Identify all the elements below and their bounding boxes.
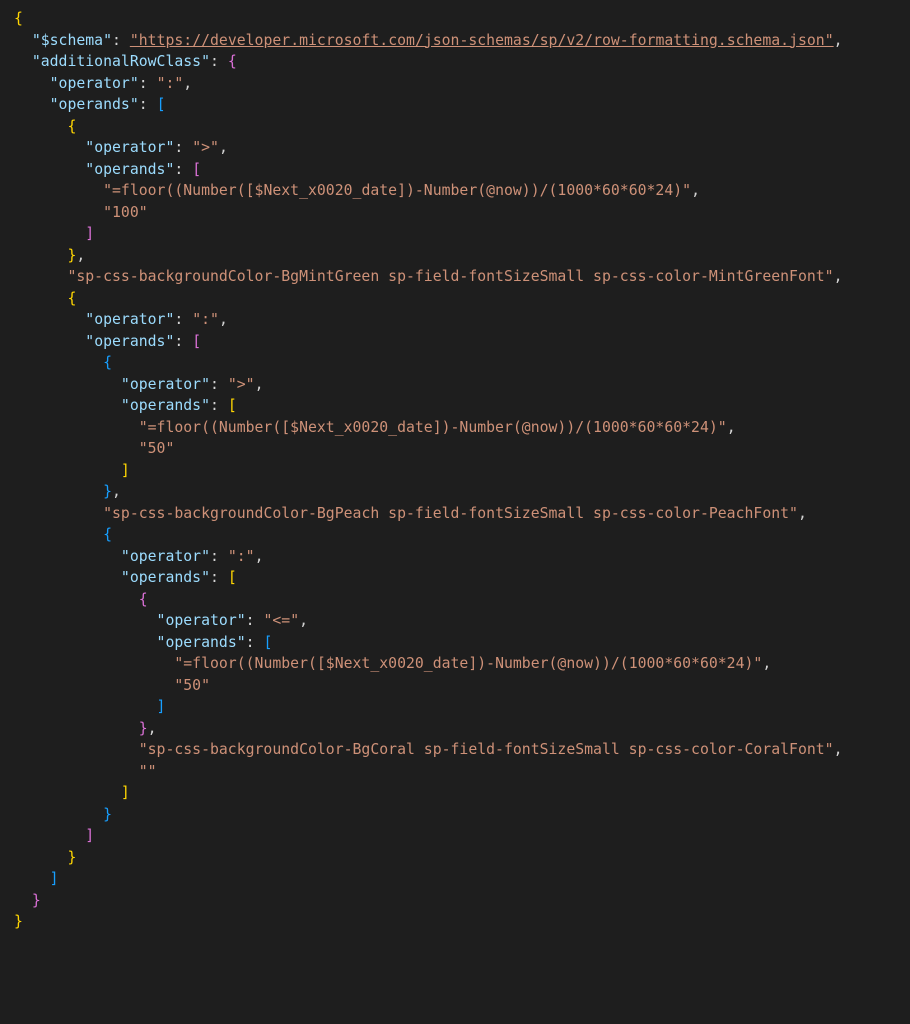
json-key: "operator" xyxy=(85,311,174,328)
json-string: "sp-css-backgroundColor-BgMintGreen sp-f… xyxy=(67,268,833,285)
json-string: ":" xyxy=(192,311,219,328)
json-key: "operator" xyxy=(121,376,210,393)
json-key: "operator" xyxy=(85,139,174,156)
json-string: ">" xyxy=(192,139,219,156)
json-key: "operands" xyxy=(85,333,174,350)
json-key: "operator" xyxy=(50,75,139,92)
json-key: "operands" xyxy=(157,634,246,651)
code-block: { "$schema": "https://developer.microsof… xyxy=(0,0,910,941)
json-string: "=floor((Number([$Next_x0020_date])-Numb… xyxy=(174,655,762,672)
json-string: "=floor((Number([$Next_x0020_date])-Numb… xyxy=(139,419,727,436)
json-string: ":" xyxy=(157,75,184,92)
json-key: "operator" xyxy=(121,548,210,565)
json-key: "additionalRowClass" xyxy=(32,53,210,70)
json-key: "operands" xyxy=(121,569,210,586)
json-key: "$schema" xyxy=(32,32,112,49)
json-string: "sp-css-backgroundColor-BgCoral sp-field… xyxy=(139,741,834,758)
json-key: "operands" xyxy=(121,397,210,414)
json-string: ":" xyxy=(228,548,255,565)
json-key: "operands" xyxy=(50,96,139,113)
json-string: "<=" xyxy=(263,612,299,629)
json-string: "" xyxy=(139,763,157,780)
json-string: ">" xyxy=(228,376,255,393)
json-string: "sp-css-backgroundColor-BgPeach sp-field… xyxy=(103,505,798,522)
json-string: "https://developer.microsoft.com/json-sc… xyxy=(130,32,834,49)
json-key: "operands" xyxy=(85,161,174,178)
json-key: "operator" xyxy=(157,612,246,629)
json-string: "100" xyxy=(103,204,148,221)
json-string: "50" xyxy=(139,440,175,457)
json-string: "=floor((Number([$Next_x0020_date])-Numb… xyxy=(103,182,691,199)
json-string: "50" xyxy=(174,677,210,694)
